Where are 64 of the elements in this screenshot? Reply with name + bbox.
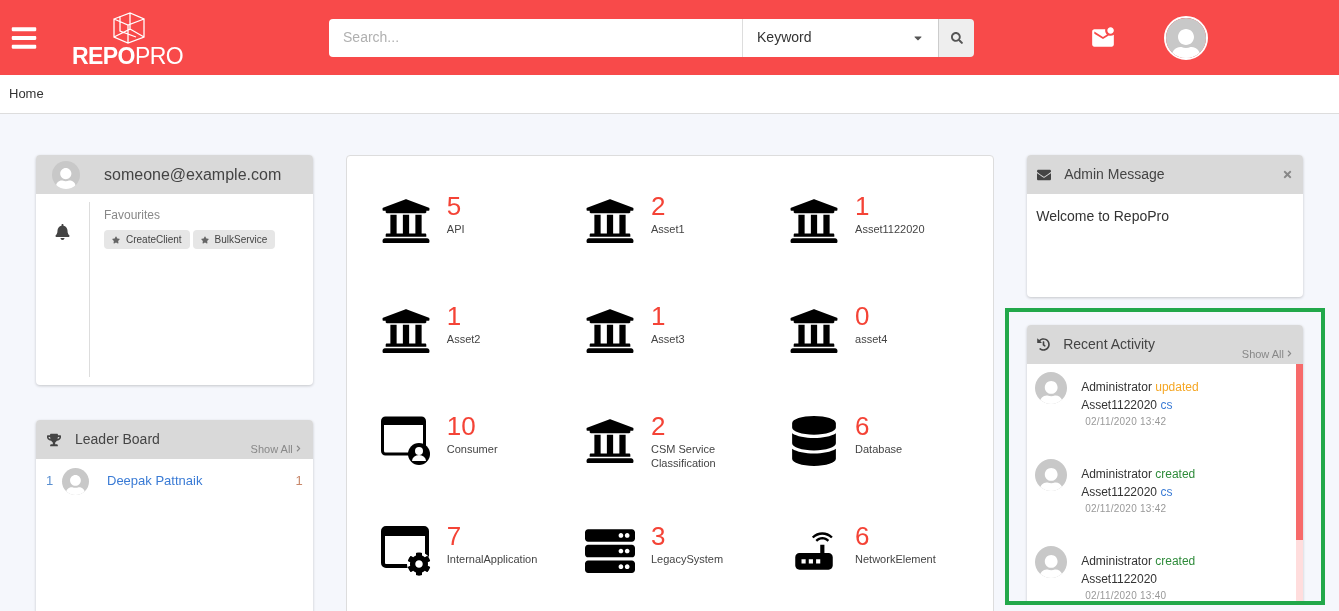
- building-icon: [584, 306, 635, 356]
- card-title: Admin Message: [1064, 165, 1165, 184]
- close-button[interactable]: [1282, 169, 1293, 180]
- activity-text: Administrator updated: [1081, 379, 1199, 396]
- asset-name: InternalApplication: [446, 552, 539, 566]
- search-field[interactable]: Search...: [329, 18, 742, 57]
- user-avatar: [1035, 546, 1068, 578]
- server-icon: [584, 526, 635, 576]
- asset-name: Consumer: [446, 442, 499, 456]
- search-type-select[interactable]: Keyword: [742, 18, 938, 57]
- favourite-tag[interactable]: BulkService: [192, 230, 276, 249]
- user-avatar: [1035, 372, 1068, 404]
- breadcrumb[interactable]: Home: [9, 84, 44, 104]
- asset-name: API: [446, 222, 466, 236]
- leader-score: 1: [295, 472, 303, 491]
- user-avatar: [62, 467, 89, 495]
- building-icon: [380, 196, 431, 246]
- asset-name: Asset2: [446, 332, 482, 346]
- building-icon: [789, 196, 840, 246]
- scrollbar[interactable]: [1296, 364, 1303, 601]
- asset-name: Asset3: [650, 332, 686, 346]
- building-icon: [789, 306, 840, 356]
- bell-icon[interactable]: [55, 224, 70, 240]
- activity-text: Administrator created: [1081, 553, 1196, 570]
- leader-name[interactable]: Deepak Pattnaik: [107, 471, 296, 491]
- admin-message-text: Welcome to RepoPro: [1035, 207, 1170, 226]
- search-button[interactable]: [938, 18, 974, 57]
- user-avatar: [1166, 17, 1206, 58]
- card-title: Recent Activity: [1063, 335, 1155, 354]
- window-user-icon: [380, 416, 431, 466]
- card-title: Leader Board: [75, 430, 160, 449]
- star-icon: [112, 235, 120, 244]
- logo: REPOPRO: [72, 8, 183, 67]
- building-icon: [584, 416, 635, 466]
- user-avatar: [1035, 459, 1068, 491]
- asset-name: CSM Service Classification: [650, 442, 717, 470]
- activity-time: 02/11/2020 13:42: [1084, 415, 1168, 429]
- activity-time: 02/11/2020 13:40: [1084, 589, 1168, 601]
- envelope-icon: [1037, 167, 1052, 182]
- asset-name: NetworkElement: [855, 552, 937, 566]
- asset-name: Asset1: [650, 222, 686, 236]
- activity-target[interactable]: Asset1122020 cs: [1081, 483, 1196, 501]
- asset-name: Database: [855, 442, 904, 456]
- chevron-right-icon: [1286, 350, 1293, 358]
- trophy-icon: [47, 432, 61, 447]
- search-icon: [950, 31, 963, 44]
- user-email: someone@example.com: [104, 164, 282, 185]
- activity-target[interactable]: Asset1122020 cs: [1081, 396, 1199, 414]
- rank: 1: [46, 472, 55, 491]
- asset-name: Asset1122020: [855, 222, 926, 236]
- activity-text: Administrator created: [1081, 466, 1196, 483]
- history-icon: [1037, 338, 1051, 351]
- user-avatar: [52, 160, 80, 189]
- favourites-label: Favourites: [104, 207, 162, 224]
- chevron-right-icon: [294, 445, 302, 453]
- star-icon: [200, 235, 209, 244]
- asset-name: LegacySystem: [650, 552, 725, 566]
- activity-target[interactable]: Asset1122020: [1081, 570, 1196, 588]
- activity-time: 02/11/2020 13:42: [1084, 502, 1168, 516]
- building-icon: [584, 196, 635, 246]
- asset-name: asset4: [855, 332, 889, 346]
- building-icon: [380, 306, 431, 356]
- favourite-tag[interactable]: CreateClient: [104, 230, 190, 249]
- window-gear-icon: [380, 526, 431, 576]
